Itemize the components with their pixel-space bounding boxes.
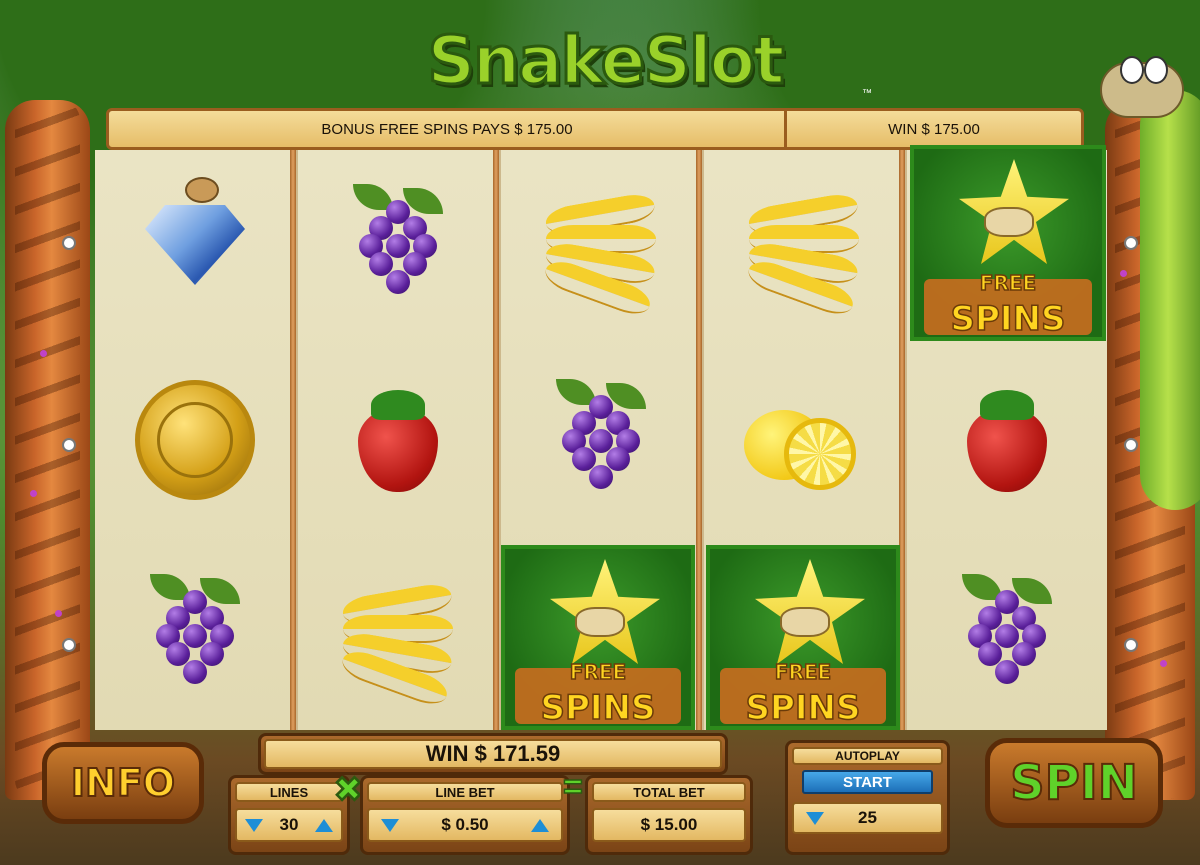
symbol-diamond xyxy=(95,150,295,340)
autoplay-decrease-icon[interactable] xyxy=(806,811,824,825)
free-spins-symbol: FREE SPINS xyxy=(914,149,1102,337)
line-bet-increase-icon[interactable] xyxy=(530,818,549,832)
free-spins-label-bottom: SPINS xyxy=(540,688,657,728)
grapes-icon xyxy=(962,574,1052,690)
symbol-strawberry xyxy=(298,345,498,535)
line-bet-value-box: $ 0.50 xyxy=(367,808,563,842)
payline-marker-right xyxy=(1124,236,1138,250)
lines-value: 30 xyxy=(279,815,299,834)
symbol-bananas xyxy=(501,150,701,340)
gold-coin-icon xyxy=(135,380,255,500)
spin-button[interactable]: SPIN xyxy=(985,738,1163,828)
left-tree-trunk xyxy=(5,100,90,800)
bonus-info-bar: BONUS FREE SPINS PAYS $ 175.00 xyxy=(106,108,788,150)
symbol-grapes xyxy=(298,150,498,340)
symbol-grapes xyxy=(907,540,1107,730)
symbol-grapes xyxy=(501,345,701,535)
total-bet-label: TOTAL BET xyxy=(592,782,746,802)
symbol-free-spins-winning: FREE SPINS xyxy=(910,145,1106,341)
strawberry-icon xyxy=(353,385,443,495)
strawberry-icon xyxy=(962,385,1052,495)
line-bet-label: LINE BET xyxy=(367,782,563,802)
lines-control: LINES 30 xyxy=(228,775,350,855)
vine-flower-icon xyxy=(55,610,62,617)
symbol-grapes xyxy=(95,540,295,730)
bananas-icon xyxy=(541,190,661,320)
free-spins-symbol: FREE SPINS xyxy=(505,549,691,726)
trademark-symbol: ™ xyxy=(862,88,872,99)
free-spins-symbol: FREE SPINS xyxy=(710,549,896,726)
win-panel: WIN $ 171.59 xyxy=(258,733,728,775)
bananas-icon xyxy=(338,580,458,710)
grapes-icon xyxy=(353,184,443,300)
line-bet-value: $ 0.50 xyxy=(441,815,489,834)
payline-marker-left xyxy=(62,638,76,652)
diamond-icon xyxy=(140,177,250,295)
multiply-icon: ✖ xyxy=(333,770,363,810)
autoplay-start-button[interactable]: START xyxy=(802,770,933,794)
lines-increase-icon[interactable] xyxy=(314,818,333,832)
symbol-strawberry xyxy=(907,345,1107,535)
game-logo: SnakeSlot xyxy=(426,21,786,101)
equals-icon: = xyxy=(562,767,583,807)
vine-flower-icon xyxy=(1120,270,1127,277)
lines-label: LINES xyxy=(235,782,343,802)
lemon-icon xyxy=(744,390,864,490)
grapes-icon xyxy=(556,379,646,495)
bananas-icon xyxy=(744,190,864,320)
vine-flower-icon xyxy=(30,490,37,497)
payline-marker-left xyxy=(62,438,76,452)
vine-flower-icon xyxy=(40,350,47,357)
lines-value-box: 30 xyxy=(235,808,343,842)
symbol-lemons xyxy=(704,345,904,535)
symbol-free-spins-winning: FREE SPINS xyxy=(706,545,900,730)
free-spins-label-top: FREE xyxy=(774,659,832,685)
total-bet-control: TOTAL BET $ 15.00 xyxy=(585,775,753,855)
autoplay-label: AUTOPLAY xyxy=(792,747,943,765)
win-info-bar: WIN $ 175.00 xyxy=(784,108,1084,150)
snake-mascot-head xyxy=(1100,56,1184,118)
symbol-bananas xyxy=(704,150,904,340)
total-bet-value: $ 15.00 xyxy=(592,808,746,842)
symbol-gold-coin xyxy=(95,345,295,535)
free-spins-label-bottom: SPINS xyxy=(950,299,1067,339)
payline-marker-right xyxy=(1124,438,1138,452)
free-spins-label-top: FREE xyxy=(569,659,627,685)
autoplay-count-box: 25 xyxy=(792,802,943,834)
autoplay-count-value: 25 xyxy=(858,808,877,827)
info-button[interactable]: INFO xyxy=(42,742,204,824)
symbol-free-spins-winning: FREE SPINS xyxy=(501,545,695,730)
autoplay-control: AUTOPLAY START 25 xyxy=(785,740,950,855)
line-bet-control: LINE BET $ 0.50 xyxy=(360,775,570,855)
free-spins-label-top: FREE xyxy=(979,270,1037,296)
vine-flower-icon xyxy=(1160,660,1167,667)
symbol-bananas xyxy=(298,540,498,730)
cartoon-snake-mascot xyxy=(1140,90,1200,510)
grapes-icon xyxy=(150,574,240,690)
line-bet-decrease-icon[interactable] xyxy=(381,818,399,832)
win-amount-display: WIN $ 171.59 xyxy=(264,739,722,769)
lines-decrease-icon[interactable] xyxy=(245,818,263,832)
payline-marker-left xyxy=(62,236,76,250)
win-amount-text: WIN $ 171.59 xyxy=(425,741,561,766)
free-spins-label-bottom: SPINS xyxy=(745,688,862,728)
payline-marker-right xyxy=(1124,638,1138,652)
